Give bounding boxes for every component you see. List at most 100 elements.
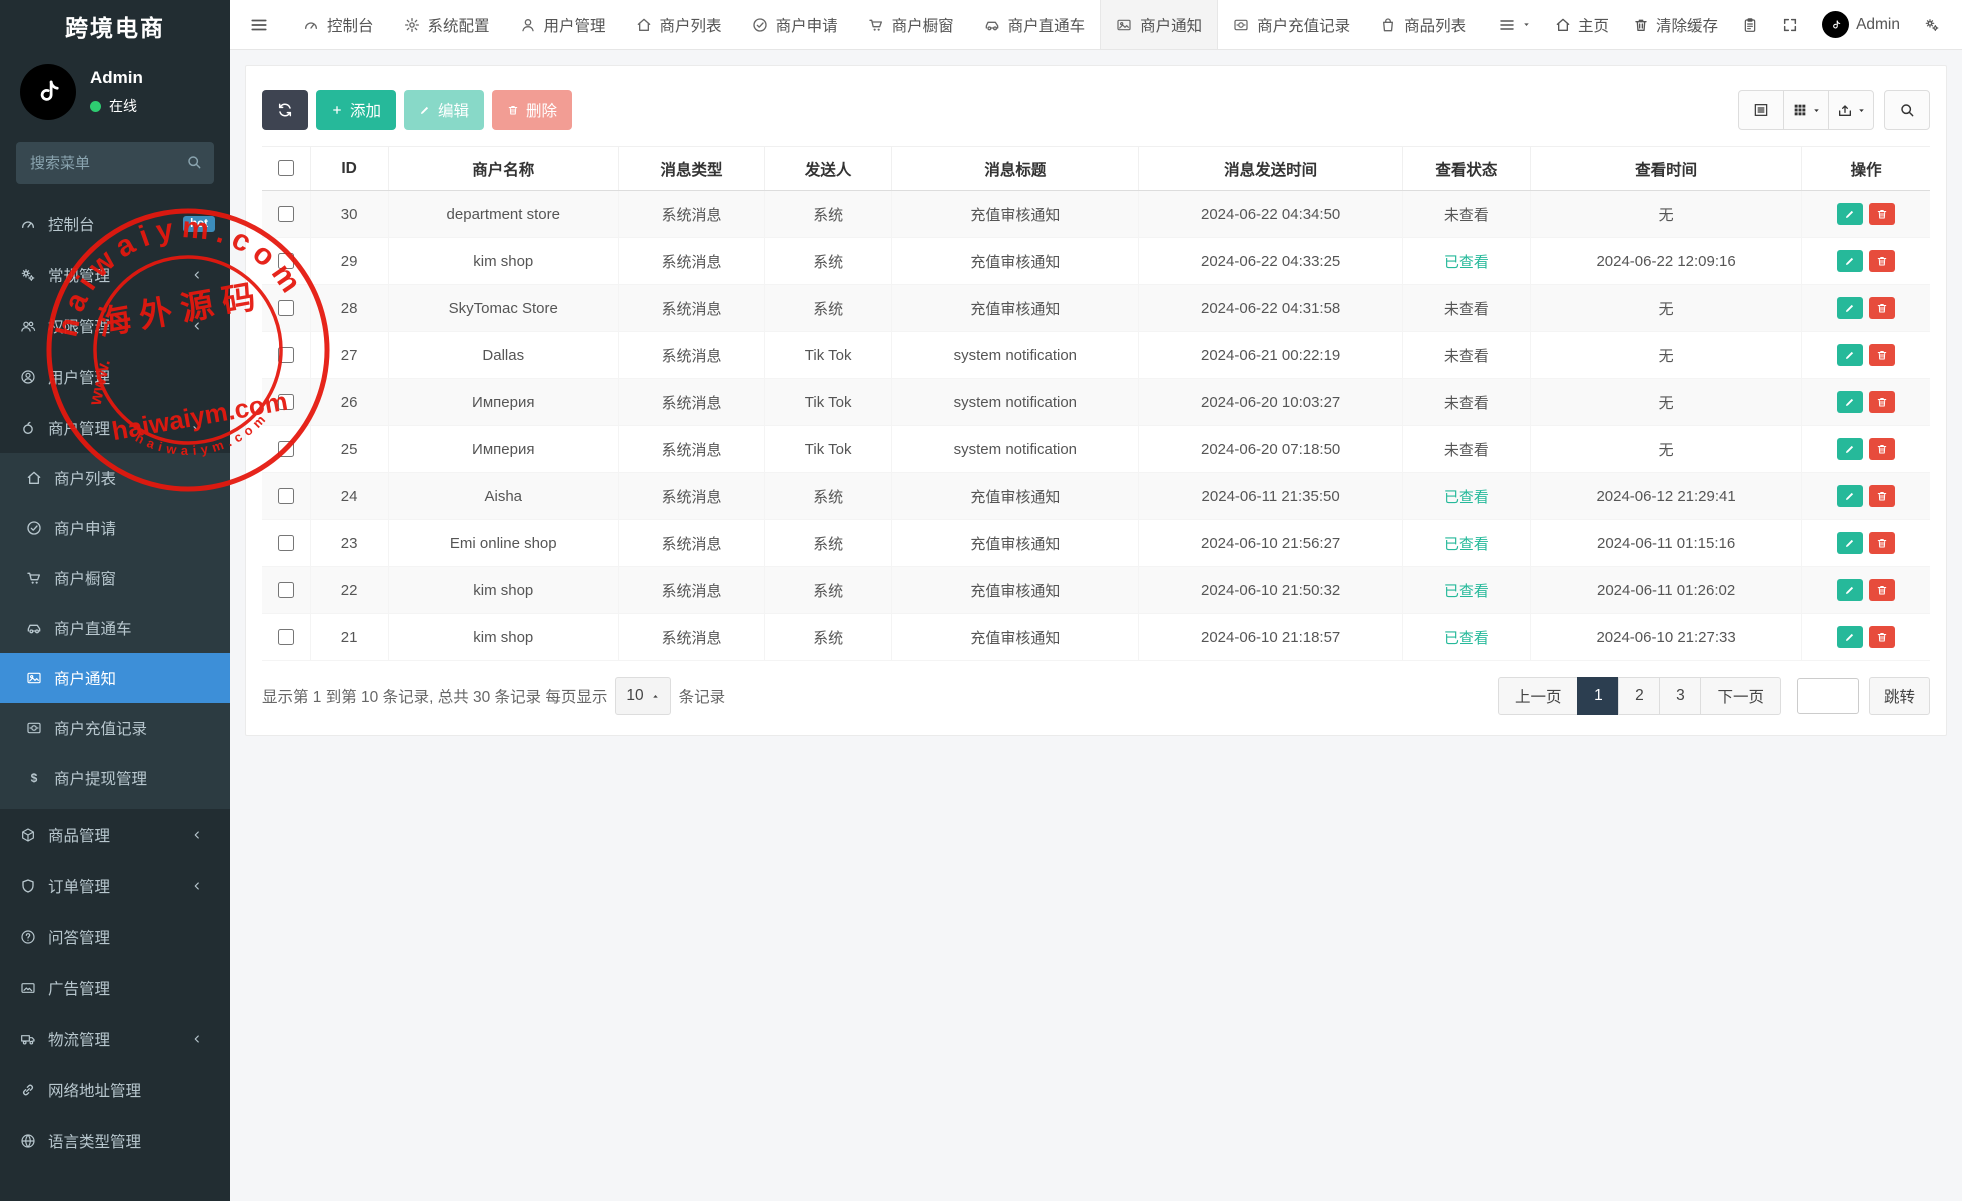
- delete-button[interactable]: 删除: [492, 90, 572, 130]
- sidebar-item-user-management[interactable]: 用户管理: [0, 351, 230, 402]
- sidebar-item-logistics-management[interactable]: 物流管理: [0, 1013, 230, 1064]
- row-delete-button[interactable]: [1869, 391, 1895, 413]
- page-size-select[interactable]: 10: [615, 677, 670, 715]
- tab-merchant-notice[interactable]: 商户通知: [1100, 0, 1218, 49]
- tab-merchant-list[interactable]: 商户列表: [621, 0, 737, 49]
- row-delete-button[interactable]: [1869, 485, 1895, 507]
- row-delete-button[interactable]: [1869, 203, 1895, 225]
- export-button[interactable]: [1828, 90, 1874, 130]
- row-checkbox[interactable]: [278, 300, 294, 316]
- row-edit-button[interactable]: [1837, 297, 1863, 319]
- nav-settings-button[interactable]: [1912, 0, 1952, 49]
- row-checkbox[interactable]: [278, 347, 294, 363]
- sidebar-item-dashboard[interactable]: 控制台hot: [0, 198, 230, 249]
- row-edit-button[interactable]: [1837, 626, 1863, 648]
- row-delete-button[interactable]: [1869, 438, 1895, 460]
- nav-list-dropdown[interactable]: [1487, 0, 1543, 49]
- sidebar-item-merchant-notice[interactable]: 商户通知: [0, 653, 230, 703]
- row-edit-button[interactable]: [1837, 203, 1863, 225]
- home-icon: [1555, 17, 1571, 33]
- add-button[interactable]: 添加: [316, 90, 396, 130]
- cell-view-time: 无: [1530, 332, 1801, 379]
- sidebar-item-ad-management[interactable]: 广告管理: [0, 962, 230, 1013]
- nav-clear-cache-button[interactable]: 清除缓存: [1621, 0, 1730, 49]
- sidebar-item-order-management[interactable]: 订单管理: [0, 860, 230, 911]
- column-header: 商户名称: [388, 147, 618, 191]
- sidebar-item-qa-management[interactable]: 问答管理: [0, 911, 230, 962]
- row-edit-button[interactable]: [1837, 485, 1863, 507]
- row-checkbox[interactable]: [278, 535, 294, 551]
- tab-merchant-showcase[interactable]: 商户橱窗: [853, 0, 969, 49]
- row-delete-button[interactable]: [1869, 250, 1895, 272]
- tab-product-list[interactable]: 商品列表: [1365, 0, 1481, 49]
- cell-title: system notification: [892, 332, 1139, 379]
- row-delete-button[interactable]: [1869, 532, 1895, 554]
- sidebar-toggle-button[interactable]: [230, 0, 288, 49]
- row-edit-button[interactable]: [1837, 532, 1863, 554]
- row-delete-button[interactable]: [1869, 344, 1895, 366]
- columns-button[interactable]: [1783, 90, 1829, 130]
- cell-merchant: Emi online shop: [388, 520, 618, 567]
- tab-dashboard[interactable]: 控制台: [288, 0, 389, 49]
- row-edit-button[interactable]: [1837, 391, 1863, 413]
- tab-label: 商户充值记录: [1257, 14, 1350, 36]
- row-edit-button[interactable]: [1837, 250, 1863, 272]
- pagination-page-3[interactable]: 3: [1659, 677, 1701, 715]
- sidebar-item-language-type-management[interactable]: 语言类型管理: [0, 1115, 230, 1166]
- row-checkbox[interactable]: [278, 582, 294, 598]
- row-edit-button[interactable]: [1837, 438, 1863, 460]
- page-jump-input[interactable]: [1797, 678, 1859, 714]
- pagination-prev[interactable]: 上一页: [1498, 677, 1579, 715]
- row-delete-button[interactable]: [1869, 579, 1895, 601]
- tab-merchant-express[interactable]: 商户直通车: [969, 0, 1101, 49]
- sidebar-item-general-management[interactable]: 常规管理: [0, 249, 230, 300]
- detail-view-button[interactable]: [1738, 90, 1784, 130]
- pagination-page-2[interactable]: 2: [1618, 677, 1660, 715]
- row-delete-button[interactable]: [1869, 297, 1895, 319]
- nav-user-menu[interactable]: Admin: [1810, 0, 1912, 49]
- cell-actions: [1802, 238, 1930, 285]
- sidebar-item-product-management[interactable]: 商品管理: [0, 809, 230, 860]
- row-edit-button[interactable]: [1837, 579, 1863, 601]
- sidebar-item-network-address-management[interactable]: 网络地址管理: [0, 1064, 230, 1115]
- sidebar-item-permission-management[interactable]: 权限管理: [0, 300, 230, 351]
- menu-search-input[interactable]: [16, 142, 214, 184]
- sidebar-item-label: 商户通知: [54, 667, 116, 689]
- tab-user-management[interactable]: 用户管理: [505, 0, 621, 49]
- cell-msg-type: 系统消息: [618, 238, 764, 285]
- cell-title: 充值审核通知: [892, 191, 1139, 238]
- nav-home-button[interactable]: 主页: [1543, 0, 1621, 49]
- pagination-page-1[interactable]: 1: [1577, 677, 1619, 715]
- caret-down-icon: [1812, 106, 1821, 115]
- tab-merchant-apply[interactable]: 商户申请: [737, 0, 853, 49]
- sidebar-item-merchant-withdraw[interactable]: 商户提现管理: [0, 753, 230, 803]
- nav-fullscreen-button[interactable]: [1770, 0, 1810, 49]
- sidebar-item-merchant-recharge-records[interactable]: 商户充值记录: [0, 703, 230, 753]
- row-checkbox[interactable]: [278, 629, 294, 645]
- tab-merchant-recharge-records[interactable]: 商户充值记录: [1218, 0, 1365, 49]
- sidebar-item-merchant-management[interactable]: 商户管理: [0, 402, 230, 453]
- row-checkbox[interactable]: [278, 441, 294, 457]
- row-checkbox[interactable]: [278, 488, 294, 504]
- select-all-checkbox[interactable]: [278, 160, 294, 176]
- edit-button[interactable]: 编辑: [404, 90, 484, 130]
- nav-clear-cache-label: 清除缓存: [1656, 14, 1718, 36]
- cell-checkbox: [262, 191, 310, 238]
- pagination-next[interactable]: 下一页: [1700, 677, 1781, 715]
- row-edit-button[interactable]: [1837, 344, 1863, 366]
- cell-sent-time: 2024-06-10 21:56:27: [1139, 520, 1402, 567]
- sidebar-item-merchant-express[interactable]: 商户直通车: [0, 603, 230, 653]
- page-jump-button[interactable]: 跳转: [1869, 677, 1930, 715]
- row-checkbox[interactable]: [278, 394, 294, 410]
- table-search-button[interactable]: [1884, 90, 1930, 130]
- sidebar-item-merchant-list[interactable]: 商户列表: [0, 453, 230, 503]
- refresh-button[interactable]: [262, 90, 308, 130]
- tab-system-config[interactable]: 系统配置: [389, 0, 505, 49]
- nav-clipboard-button[interactable]: [1730, 0, 1770, 49]
- row-delete-button[interactable]: [1869, 626, 1895, 648]
- row-checkbox[interactable]: [278, 206, 294, 222]
- cell-sender: 系统: [765, 473, 892, 520]
- row-checkbox[interactable]: [278, 253, 294, 269]
- sidebar-item-merchant-apply[interactable]: 商户申请: [0, 503, 230, 553]
- sidebar-item-merchant-showcase[interactable]: 商户橱窗: [0, 553, 230, 603]
